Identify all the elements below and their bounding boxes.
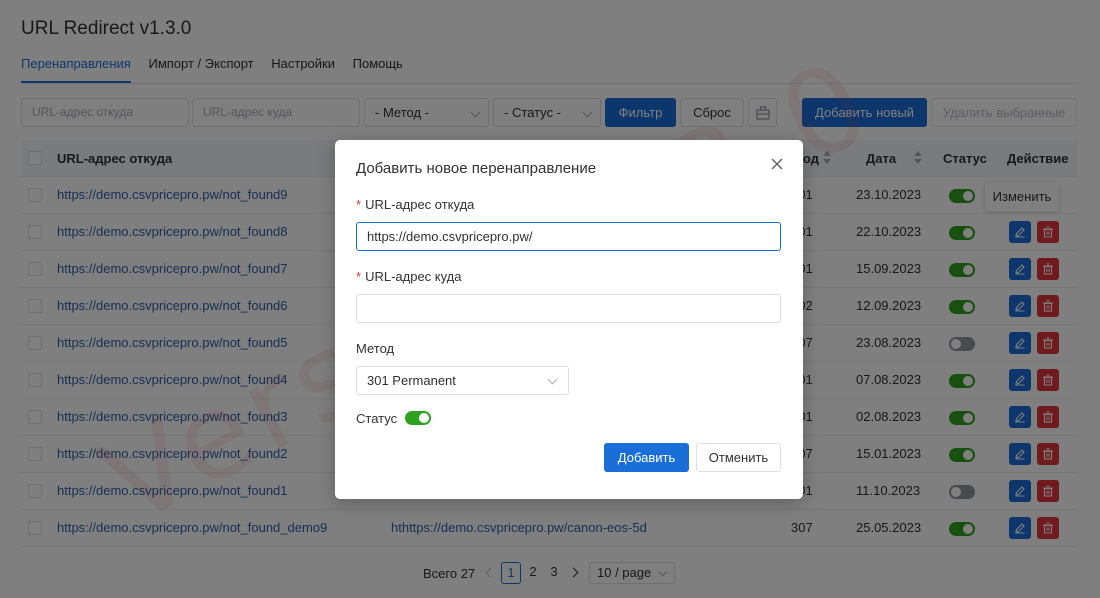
cancel-button[interactable]: Отменить [696,443,781,472]
chevron-down-icon [547,374,558,385]
method-field-label: Метод [356,341,395,356]
required-mark: * [356,269,362,284]
status-field-label: Статус [356,411,398,426]
method-select[interactable]: 301 Permanent [356,366,569,395]
add-redirect-dialog: Добавить новое перенаправление * URL-адре… [335,140,803,499]
toggle-knob [419,413,429,423]
status-toggle[interactable] [405,411,431,425]
submit-add-button[interactable]: Добавить [604,443,689,472]
to-label-text: URL-адрес куда [365,269,462,284]
to-url-input[interactable] [356,294,781,323]
from-label-text: URL-адрес откуда [365,197,475,212]
dialog-title: Добавить новое перенаправление [356,160,597,177]
close-icon[interactable] [769,156,785,172]
method-select-value: 301 Permanent [367,373,456,388]
required-mark: * [356,197,362,212]
to-field-label: * URL-адрес куда [356,269,462,284]
from-field-label: * URL-адрес откуда [356,197,474,212]
from-url-input[interactable]: https://demo.csvpricepro.pw/ [356,222,781,251]
